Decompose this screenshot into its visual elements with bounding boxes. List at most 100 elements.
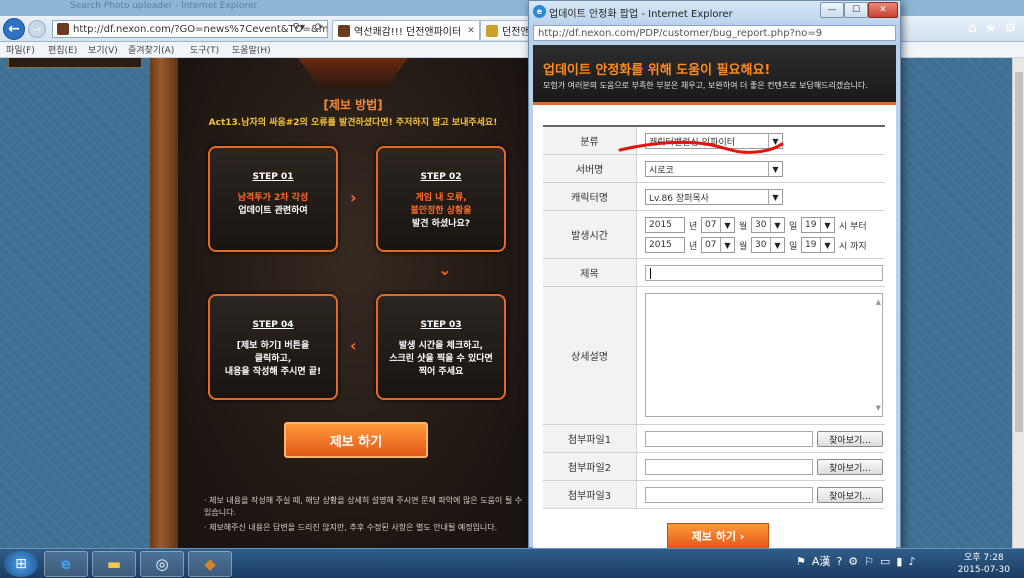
- to-day-select[interactable]: 30 ▼: [751, 237, 785, 253]
- menu-view[interactable]: 보기(V): [88, 43, 118, 56]
- start-button[interactable]: ⊞: [4, 551, 38, 577]
- arrow-right-icon: ›: [350, 188, 357, 207]
- address-bar[interactable]: http://df.nexon.com/?GO=news%7Cevent&TO=…: [52, 20, 328, 38]
- settings-icon[interactable]: ⚙: [848, 555, 858, 568]
- step-line: 게임 내 오류,: [415, 193, 467, 203]
- windows-logo-icon: ⊞: [15, 556, 27, 572]
- step-line: 찍어 주세요: [418, 367, 464, 377]
- refresh-icon[interactable]: ⟳: [315, 22, 323, 33]
- taskbar-game-launcher[interactable]: ◆: [188, 551, 232, 577]
- popup-heading: 업데이트 안정화를 위해 도움이 필요해요!: [543, 63, 771, 78]
- step-text: [제보 하기] 버튼을 클릭하고, 내용을 작성해 주시면 끝!: [210, 340, 336, 379]
- row-attach1: 첨부파일1 찾아보기...: [543, 425, 885, 453]
- submit-report-button[interactable]: 제보 하기 ›: [667, 523, 769, 549]
- scroll-down-icon[interactable]: ▼: [876, 404, 881, 412]
- time-value-cell: 2015 년 07 ▼ 월 30 ▼ 일 19 ▼ 시 부터 2015 년 07 ▼ 월…: [639, 211, 885, 258]
- step-line: 불안정한 상황을: [410, 206, 472, 216]
- attach2-label: 첨부파일2: [543, 453, 637, 480]
- attach2-input[interactable]: [645, 459, 813, 475]
- page-scrollbar[interactable]: [1012, 58, 1024, 548]
- maximize-button[interactable]: ☐: [844, 2, 868, 18]
- report-button[interactable]: 제보 하기: [284, 422, 428, 458]
- favorites-star-icon[interactable]: ★: [985, 20, 997, 38]
- attach1-browse-button[interactable]: 찾아보기...: [817, 431, 883, 447]
- arrow-left-icon: ‹: [350, 336, 357, 355]
- browser-toolbar-icons: ⌂ ★ ⚙: [968, 20, 1016, 38]
- subject-input[interactable]: [645, 265, 883, 281]
- category-select[interactable]: 캐릭터밸런싱-인파이터 ▼: [645, 133, 783, 149]
- menu-tools[interactable]: 도구(T): [190, 43, 219, 56]
- scroll-up-icon[interactable]: ▲: [876, 298, 881, 306]
- display-icon[interactable]: ▭: [880, 555, 890, 568]
- clock[interactable]: 오후 7:28 2015-07-30: [958, 552, 1010, 576]
- popup-title: 업데이트 안정화 팝업 - Internet Explorer: [549, 9, 733, 20]
- close-icon: ✕: [879, 5, 887, 15]
- server-label: 서버명: [543, 155, 637, 182]
- server-select[interactable]: 시로코 ▼: [645, 161, 783, 177]
- from-month-select[interactable]: 07 ▼: [701, 217, 735, 233]
- attach1-value-cell: 찾아보기...: [639, 425, 885, 452]
- taskbar-media-player[interactable]: ◎: [140, 551, 184, 577]
- system-tray: ⚑ A漢 ? ⚙ ⚐ ▭ ▮ ♪: [796, 553, 916, 569]
- to-hour-select[interactable]: 19 ▼: [801, 237, 835, 253]
- attach1-input[interactable]: [645, 431, 813, 447]
- back-button[interactable]: ←: [3, 18, 25, 40]
- close-button[interactable]: ✕: [868, 2, 898, 18]
- attach3-browse-button[interactable]: 찾아보기...: [817, 487, 883, 503]
- flag-icon[interactable]: ⚐: [864, 555, 874, 568]
- to-month-select[interactable]: 07 ▼: [701, 237, 735, 253]
- scrollbar-thumb[interactable]: [1015, 72, 1023, 432]
- category-selected: 캐릭터밸런싱-인파이터: [649, 137, 736, 148]
- note-item: · 제보해주신 내용은 답변을 드리진 않지만, 추후 수정된 사항은 별도 안…: [204, 523, 498, 532]
- popup-address-bar[interactable]: http://df.nexon.com/PDP/customer/bug_rep…: [533, 25, 896, 41]
- popup-header: 업데이트 안정화를 위해 도움이 필요해요! 모험가 여러분의 도움으로 부족한…: [533, 45, 896, 105]
- clock-time: 오후 7:28: [964, 553, 1004, 563]
- search-icon[interactable]: ⚲▾: [293, 22, 305, 33]
- chevron-down-icon: ▼: [768, 162, 782, 176]
- menu-help[interactable]: 도움말(H): [232, 43, 271, 56]
- taskbar-file-explorer[interactable]: ▬: [92, 551, 136, 577]
- step-line: 내용을 작성해 주시면 끝!: [224, 367, 322, 377]
- step-card-04: STEP 04 [제보 하기] 버튼을 클릭하고, 내용을 작성해 주시면 끝!: [208, 294, 338, 400]
- row-attach2: 첨부파일2 찾아보기...: [543, 453, 885, 481]
- minimize-icon: —: [827, 5, 837, 15]
- network-icon[interactable]: ⚑: [796, 555, 806, 568]
- tab-dnf-main[interactable]: 역선쾌감!!! 던전앤파이터 ✕: [332, 20, 480, 40]
- ime-indicator[interactable]: A漢: [812, 553, 831, 569]
- tab-dnf-second[interactable]: 던전앤: [480, 20, 530, 40]
- from-hour-select[interactable]: 19 ▼: [801, 217, 835, 233]
- detail-textarea[interactable]: ▲ ▼: [645, 293, 883, 417]
- background-window-title: Search Photo uploader - Internet Explore…: [70, 1, 258, 11]
- step-line: 발견 하셨나요?: [411, 219, 471, 229]
- event-page-content: [제보 방법] Act13.남자의 싸움#2의 오류를 발견하셨다면! 주저하지…: [150, 58, 528, 548]
- back-arrow-icon: ←: [8, 21, 20, 37]
- home-icon[interactable]: ⌂: [968, 20, 976, 38]
- subject-value-cell: [639, 259, 885, 286]
- step-card-03: STEP 03 발생 시간을 체크하고, 스크린 샷을 찍을 수 있다면 찍어 …: [376, 294, 506, 400]
- popup-titlebar: e 업데이트 안정화 팝업 - Internet Explorer — ☐ ✕: [529, 1, 900, 23]
- from-day-select[interactable]: 30 ▼: [751, 217, 785, 233]
- from-year-select[interactable]: 2015: [645, 217, 685, 233]
- attach2-browse-button[interactable]: 찾아보기...: [817, 459, 883, 475]
- volume-icon[interactable]: ♪: [908, 555, 915, 568]
- tab-label: 역선쾌감!!! 던전앤파이터: [354, 27, 462, 38]
- arrow-down-icon: ⌄: [438, 260, 452, 279]
- menu-file[interactable]: 파일(F): [6, 43, 35, 56]
- step-card-01: STEP 01 남격투가 2차 각성 업데이트 관련하여: [208, 146, 338, 252]
- taskbar-internet-explorer[interactable]: e: [44, 551, 88, 577]
- character-select[interactable]: Lv.86 장퍼목사 ▼: [645, 189, 783, 205]
- to-year-select[interactable]: 2015: [645, 237, 685, 253]
- minimize-button[interactable]: —: [820, 2, 844, 18]
- forward-button[interactable]: →: [28, 20, 46, 38]
- internet-explorer-icon: e: [60, 555, 72, 573]
- menu-favorites[interactable]: 즐겨찾기(A): [128, 43, 174, 56]
- tab-close-icon[interactable]: ✕: [467, 26, 475, 36]
- help-icon[interactable]: ?: [836, 555, 842, 568]
- settings-gear-icon[interactable]: ⚙: [1004, 20, 1016, 38]
- menu-edit[interactable]: 편집(E): [48, 43, 77, 56]
- popup-url: http://df.nexon.com/PDP/customer/bug_rep…: [538, 27, 823, 39]
- signal-icon[interactable]: ▮: [896, 555, 902, 568]
- from-year: 2015: [649, 220, 672, 230]
- row-subject: 제목: [543, 259, 885, 287]
- attach3-input[interactable]: [645, 487, 813, 503]
